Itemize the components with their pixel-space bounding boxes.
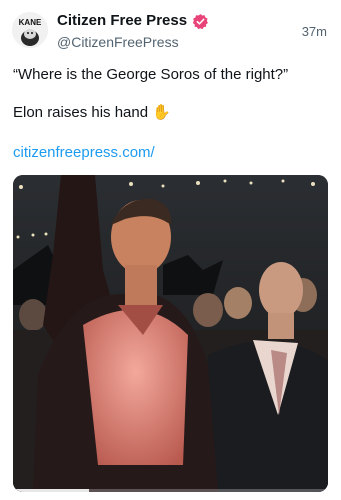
post-card[interactable]: KANE Citizen Free Press @CitizenFreePres…	[0, 0, 341, 500]
author-name-row[interactable]: Citizen Free Press	[57, 12, 209, 30]
video-player[interactable]	[13, 175, 328, 492]
post-text-elon: Elon raises his hand	[13, 104, 149, 121]
video-progress-fill	[13, 489, 89, 492]
avatar[interactable]: KANE	[12, 12, 48, 48]
post-link[interactable]: citizenfreepress.com/	[13, 143, 155, 162]
video-progress-bar[interactable]	[13, 489, 328, 492]
video-frame	[13, 175, 328, 492]
avatar-image: KANE	[12, 12, 48, 48]
author-handle[interactable]: @CitizenFreePress	[57, 34, 179, 51]
post-text-quote: “Where is the George Soros of the right?…	[13, 66, 289, 83]
author-name[interactable]: Citizen Free Press	[57, 12, 187, 30]
post-text-line: Elon raises his hand ✋	[13, 103, 171, 122]
verified-badge-icon	[192, 13, 208, 29]
avatar-text: KANE	[19, 18, 42, 27]
post-timestamp[interactable]: 37m	[302, 24, 327, 40]
raised-hand-icon: ✋	[152, 104, 171, 121]
